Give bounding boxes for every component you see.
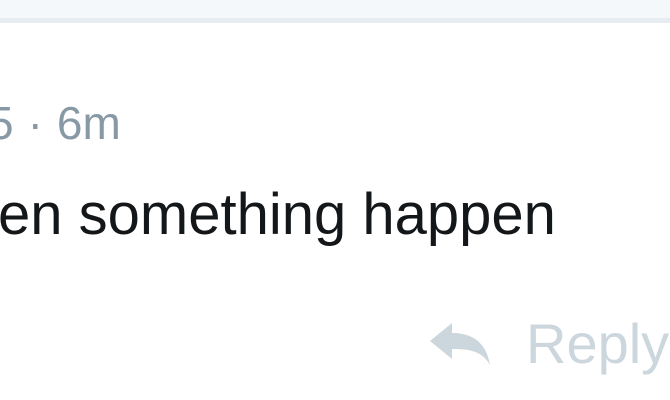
meta-separator: · bbox=[27, 97, 43, 149]
comment-meta: 5 · 6m bbox=[0, 95, 121, 151]
reply-label: Reply bbox=[526, 312, 670, 375]
comment-timestamp[interactable]: 6m bbox=[57, 97, 121, 149]
meta-partial-text: 5 bbox=[0, 97, 14, 149]
divider bbox=[0, 0, 670, 23]
comment-thread-viewport: 5 · 6m en something happen Reply bbox=[0, 0, 670, 400]
reply-arrow-icon bbox=[428, 321, 492, 367]
reply-button[interactable]: Reply bbox=[428, 309, 669, 379]
comment-item: 5 · 6m en something happen Reply bbox=[0, 23, 670, 400]
comment-body: en something happen bbox=[0, 182, 556, 247]
